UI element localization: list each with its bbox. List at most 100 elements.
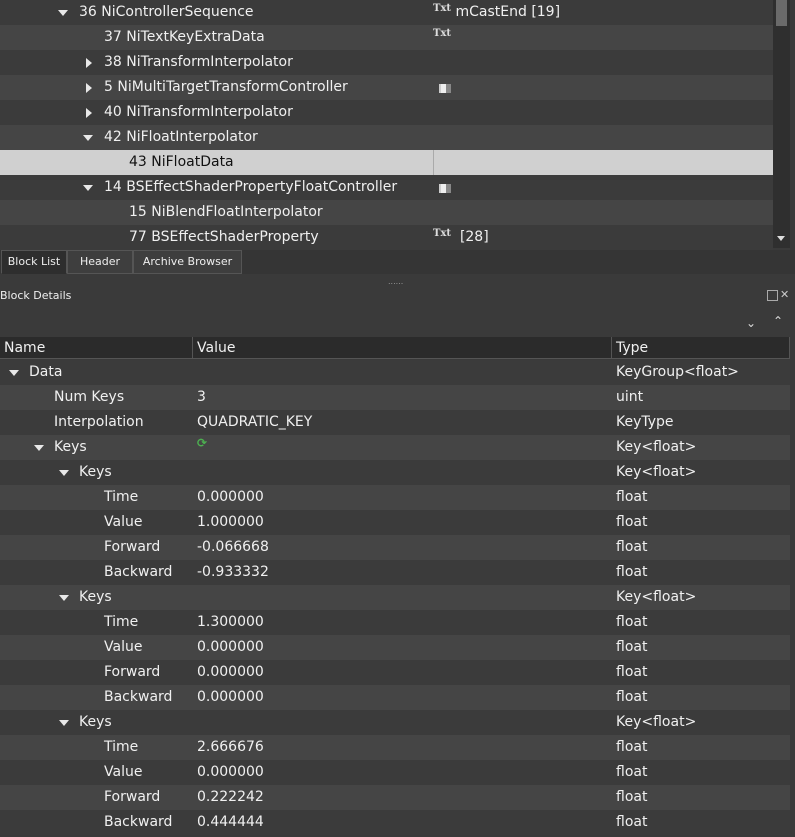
- detail-row[interactable]: Interpolation QUADRATIC_KEY KeyType: [0, 410, 790, 435]
- detail-row[interactable]: Value 0.000000 float: [0, 635, 790, 660]
- detail-type: float: [616, 789, 648, 805]
- detail-row[interactable]: Time 1.300000 float: [0, 610, 790, 635]
- expand-arrow-icon[interactable]: [34, 445, 44, 451]
- detail-value[interactable]: 0.222242: [197, 789, 264, 805]
- detail-type: float: [616, 614, 648, 630]
- detail-row[interactable]: Time 0.000000 float: [0, 485, 790, 510]
- expand-arrow-icon[interactable]: [83, 185, 93, 191]
- detail-value[interactable]: 2.666676: [197, 739, 264, 755]
- detail-name: Data: [29, 364, 63, 380]
- tree-row[interactable]: 42 NiFloatInterpolator: [0, 125, 773, 150]
- refresh-icon[interactable]: ⟳: [197, 436, 207, 450]
- expand-arrow-icon[interactable]: [59, 720, 69, 726]
- detail-type: Key<float>: [616, 464, 697, 480]
- tree-row[interactable]: 5 NiMultiTargetTransformController: [0, 75, 773, 100]
- detail-row[interactable]: Backward 0.000000 float: [0, 685, 790, 710]
- detail-value[interactable]: 3: [197, 389, 206, 405]
- tree-row-label: 42 NiFloatInterpolator: [104, 129, 258, 145]
- detail-value[interactable]: 0.000000: [197, 489, 264, 505]
- detail-name: Num Keys: [54, 389, 125, 405]
- collapse-all-icon[interactable]: ⌄: [746, 316, 756, 330]
- detail-name: Value: [104, 514, 143, 530]
- column-header-value[interactable]: Value: [193, 337, 612, 359]
- detail-name: Time: [104, 739, 139, 755]
- detail-value[interactable]: -0.066668: [197, 539, 269, 555]
- detail-value[interactable]: QUADRATIC_KEY: [197, 414, 312, 430]
- detail-name: Value: [104, 764, 143, 780]
- flag-icon: [439, 181, 451, 197]
- detail-row[interactable]: Time 2.666676 float: [0, 735, 790, 760]
- vertical-scrollbar[interactable]: [773, 0, 790, 248]
- detail-value[interactable]: 0.000000: [197, 639, 264, 655]
- expand-all-icon[interactable]: ⌃: [773, 314, 783, 328]
- tree-row-label: 5 NiMultiTargetTransformController: [104, 79, 348, 95]
- tab-archive-browser[interactable]: Archive Browser: [133, 250, 242, 274]
- detail-value[interactable]: -0.933332: [197, 564, 269, 580]
- detail-row[interactable]: Keys ⟳ Key<float>: [0, 435, 790, 460]
- detail-value[interactable]: 0.444444: [197, 814, 264, 830]
- scroll-down-icon[interactable]: [777, 236, 785, 241]
- detail-name: Keys: [79, 464, 112, 480]
- detail-row[interactable]: Value 0.000000 float: [0, 760, 790, 785]
- detail-name: Forward: [104, 539, 161, 555]
- column-header-type[interactable]: Type: [612, 337, 790, 359]
- detail-value[interactable]: 1.000000: [197, 514, 264, 530]
- detail-name: Time: [104, 489, 139, 505]
- detail-row[interactable]: Value 1.000000 float: [0, 510, 790, 535]
- detail-row[interactable]: Backward -0.933332 float: [0, 560, 790, 585]
- tree-row[interactable]: 77 BSEffectShaderProperty Txt [28]: [0, 225, 773, 250]
- detail-type: float: [616, 764, 648, 780]
- block-details-table[interactable]: Name Value Type Data KeyGroup<float> Num…: [0, 337, 795, 837]
- detail-row[interactable]: Backward 0.444444 float: [0, 810, 790, 835]
- detail-name: Keys: [79, 714, 112, 730]
- detail-type: float: [616, 814, 648, 830]
- detail-name: Backward: [104, 689, 173, 705]
- expand-arrow-icon[interactable]: [83, 135, 93, 141]
- tree-row[interactable]: 36 NiControllerSequence Txt mCastEnd [19…: [0, 0, 773, 25]
- tab-bar: Block List Header Archive Browser: [0, 250, 795, 274]
- tree-row[interactable]: 14 BSEffectShaderPropertyFloatController: [0, 175, 773, 200]
- detail-row[interactable]: Data KeyGroup<float>: [0, 360, 790, 385]
- detail-value[interactable]: 0.000000: [197, 664, 264, 680]
- expand-arrow-icon[interactable]: [9, 370, 19, 376]
- detail-row[interactable]: Keys Key<float>: [0, 460, 790, 485]
- tree-row-selected[interactable]: 43 NiFloatData: [0, 150, 773, 175]
- detail-type: float: [616, 664, 648, 680]
- expand-arrow-icon[interactable]: [59, 595, 69, 601]
- close-icon[interactable]: ✕: [780, 288, 789, 301]
- tree-row-label: 37 NiTextKeyExtraData: [104, 29, 265, 45]
- detail-row[interactable]: Num Keys 3 uint: [0, 385, 790, 410]
- detail-name: Forward: [104, 664, 161, 680]
- detail-row[interactable]: Keys Key<float>: [0, 710, 790, 735]
- tree-row-value-text: mCastEnd [19]: [455, 4, 561, 20]
- detail-value[interactable]: 1.300000: [197, 614, 264, 630]
- block-list-tree[interactable]: 36 NiControllerSequence Txt mCastEnd [19…: [0, 0, 773, 250]
- detail-row[interactable]: Forward -0.066668 float: [0, 535, 790, 560]
- detail-name: Keys: [79, 589, 112, 605]
- detail-type: float: [616, 564, 648, 580]
- tree-row[interactable]: 38 NiTransformInterpolator: [0, 50, 773, 75]
- detail-value[interactable]: 0.000000: [197, 689, 264, 705]
- tab-block-list[interactable]: Block List: [1, 250, 67, 274]
- detail-value[interactable]: 0.000000: [197, 764, 264, 780]
- detail-name: Time: [104, 614, 139, 630]
- detail-row[interactable]: Forward 0.222242 float: [0, 785, 790, 810]
- collapsed-arrow-icon[interactable]: [86, 58, 92, 68]
- tree-row[interactable]: 15 NiBlendFloatInterpolator: [0, 200, 773, 225]
- splitter-grip[interactable]: ......: [388, 277, 403, 286]
- collapsed-arrow-icon[interactable]: [86, 108, 92, 118]
- expand-arrow-icon[interactable]: [58, 10, 68, 16]
- tree-row[interactable]: 37 NiTextKeyExtraData Txt: [0, 25, 773, 50]
- collapsed-arrow-icon[interactable]: [86, 83, 92, 93]
- expand-arrow-icon[interactable]: [59, 470, 69, 476]
- detail-type: Key<float>: [616, 439, 697, 455]
- detail-type: Key<float>: [616, 714, 697, 730]
- tree-row-value: Txt [28]: [433, 228, 489, 245]
- scrollbar-thumb[interactable]: [776, 0, 787, 26]
- column-header-name[interactable]: Name: [0, 337, 193, 359]
- detail-row[interactable]: Keys Key<float>: [0, 585, 790, 610]
- detail-row[interactable]: Forward 0.000000 float: [0, 660, 790, 685]
- tab-header[interactable]: Header: [67, 250, 133, 274]
- float-window-icon[interactable]: [767, 290, 778, 301]
- tree-row[interactable]: 40 NiTransformInterpolator: [0, 100, 773, 125]
